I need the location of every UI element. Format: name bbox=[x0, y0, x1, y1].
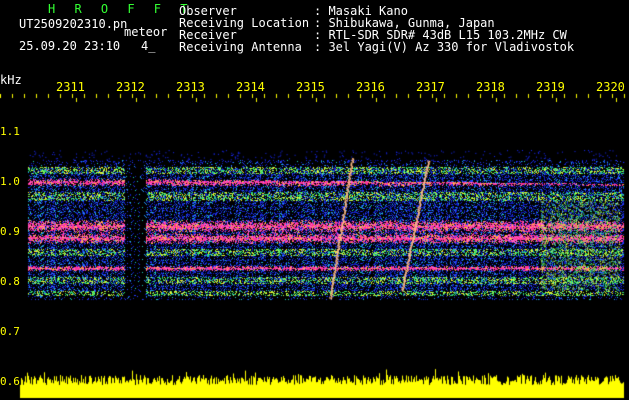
x-tick-label: 2318 bbox=[476, 80, 505, 94]
antenna-label: Receiving Antenna bbox=[179, 40, 302, 54]
y-axis-unit: kHz bbox=[0, 73, 22, 87]
count-label: 4_ bbox=[141, 39, 156, 53]
x-tick-label: 2314 bbox=[236, 80, 265, 94]
x-tick-label: 2313 bbox=[176, 80, 205, 94]
y-tick-label: 0.8 bbox=[0, 275, 20, 288]
y-tick-label: 1.1 bbox=[0, 125, 20, 138]
x-tick-label: 2315 bbox=[296, 80, 325, 94]
meteor-label: meteor bbox=[124, 25, 168, 39]
x-tick-label: 2311 bbox=[56, 80, 85, 94]
antenna-value: : 3el Yagi(V) Az 330 for Vladivostok bbox=[314, 40, 575, 54]
y-tick-label: 0.6 bbox=[0, 375, 20, 388]
x-tick-label: 2317 bbox=[416, 80, 445, 94]
x-tick-label: 2316 bbox=[356, 80, 385, 94]
file-name: UT2509202310.pn bbox=[19, 17, 128, 31]
x-tick-label: 2312 bbox=[116, 80, 145, 94]
x-tick-label: 2320 bbox=[596, 80, 625, 94]
spectrogram-canvas bbox=[0, 0, 629, 400]
y-tick-label: 0.7 bbox=[0, 325, 20, 338]
y-tick-label: 1.0 bbox=[0, 175, 20, 188]
y-tick-label: 0.9 bbox=[0, 225, 20, 238]
app-title: H R O F F T bbox=[48, 2, 194, 16]
x-tick-label: 2319 bbox=[536, 80, 565, 94]
datetime-label: 25.09.20 23:10 bbox=[19, 39, 121, 53]
